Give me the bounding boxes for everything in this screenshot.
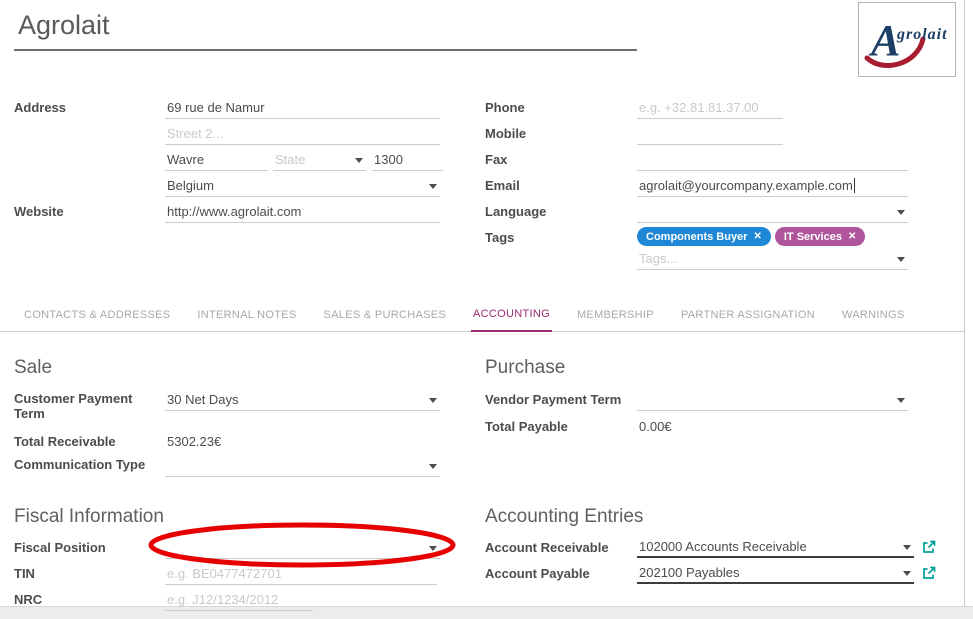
account-receivable-label: Account Receivable <box>485 540 609 555</box>
chevron-down-icon[interactable] <box>429 184 437 189</box>
tin-input[interactable]: e.g. BE0477472701 <box>165 564 437 585</box>
phone-label: Phone <box>485 100 525 115</box>
external-link-icon[interactable] <box>922 566 936 580</box>
tags-label: Tags <box>485 230 514 245</box>
language-select[interactable] <box>637 202 908 223</box>
chevron-down-icon[interactable] <box>903 545 911 550</box>
account-receivable-select[interactable]: 102000 Accounts Receivable <box>637 537 914 558</box>
vendor-payment-term-select[interactable] <box>637 390 908 411</box>
tag-list: Components Buyer ✕ IT Services ✕ <box>637 227 865 246</box>
remove-icon[interactable]: ✕ <box>848 231 856 242</box>
tab-partner-assignation[interactable]: PARTNER ASSIGNATION <box>679 309 817 331</box>
fax-label: Fax <box>485 152 507 167</box>
chevron-down-icon[interactable] <box>355 158 363 163</box>
mobile-label: Mobile <box>485 126 526 141</box>
sale-heading: Sale <box>14 357 52 379</box>
customer-payment-term-select[interactable]: 30 Net Days <box>165 390 440 411</box>
purchase-heading: Purchase <box>485 357 565 379</box>
accounting-entries-heading: Accounting Entries <box>485 506 643 528</box>
chevron-down-icon[interactable] <box>897 210 905 215</box>
mobile-input[interactable] <box>637 124 783 145</box>
remove-icon[interactable]: ✕ <box>753 231 761 242</box>
account-payable-label: Account Payable <box>485 566 590 581</box>
external-link-icon[interactable] <box>922 540 936 554</box>
nrc-input[interactable]: e.g. J12/1234/2012 <box>165 590 313 611</box>
email-input[interactable]: agrolait@yourcompany.example.com <box>637 176 908 197</box>
country-select[interactable]: Belgium <box>165 176 440 197</box>
tab-membership[interactable]: MEMBERSHIP <box>575 309 656 331</box>
chevron-down-icon[interactable] <box>897 398 905 403</box>
chevron-down-icon[interactable] <box>897 257 905 262</box>
address-label: Address <box>14 100 66 115</box>
total-receivable-value: 5302.23€ <box>165 432 440 453</box>
bottom-scroll-strip[interactable] <box>0 606 973 619</box>
tag-label: IT Services <box>784 231 842 243</box>
tags-input[interactable]: Tags... <box>637 249 908 270</box>
customer-payment-term-value: 30 Net Days <box>167 392 239 407</box>
account-receivable-value: 102000 Accounts Receivable <box>639 539 807 554</box>
nrc-label: NRC <box>14 592 42 607</box>
account-payable-select[interactable]: 202100 Payables <box>637 563 914 584</box>
tab-sales-purchases[interactable]: SALES & PURCHASES <box>322 309 448 331</box>
zip-input[interactable]: 1300 <box>372 150 443 171</box>
street-input[interactable]: 69 rue de Namur <box>165 98 440 119</box>
text-cursor <box>854 178 855 193</box>
city-input[interactable]: Wavre <box>165 150 268 171</box>
tab-internal-notes[interactable]: INTERNAL NOTES <box>195 309 298 331</box>
tab-contacts-addresses[interactable]: CONTACTS & ADDRESSES <box>22 309 172 331</box>
fax-input[interactable] <box>637 150 908 171</box>
website-input[interactable]: http://www.agrolait.com <box>165 202 440 223</box>
chevron-down-icon[interactable] <box>429 464 437 469</box>
tag-components-buyer[interactable]: Components Buyer ✕ <box>637 227 771 246</box>
tin-label: TIN <box>14 566 35 581</box>
fiscal-information-heading: Fiscal Information <box>14 506 164 528</box>
tag-it-services[interactable]: IT Services ✕ <box>775 227 865 246</box>
country-value: Belgium <box>167 178 214 193</box>
partner-name-input[interactable]: Agrolait <box>14 8 637 51</box>
state-select[interactable]: State <box>273 150 366 171</box>
email-value: agrolait@yourcompany.example.com <box>639 178 853 193</box>
notebook-tabs: CONTACTS & ADDRESSES INTERNAL NOTES SALE… <box>0 301 965 332</box>
fiscal-position-label: Fiscal Position <box>14 540 106 555</box>
logo-text: grolait <box>896 26 948 43</box>
total-payable-label: Total Payable <box>485 419 568 434</box>
tab-accounting[interactable]: ACCOUNTING <box>471 308 552 332</box>
communication-type-label: Communication Type <box>14 457 145 472</box>
tag-label: Components Buyer <box>646 231 747 243</box>
language-label: Language <box>485 204 546 219</box>
account-payable-open-button[interactable] <box>922 566 936 580</box>
tags-placeholder: Tags... <box>639 251 677 266</box>
logo-letter: A <box>868 16 900 65</box>
customer-payment-term-label: Customer Payment Term <box>14 391 156 421</box>
email-label: Email <box>485 178 520 193</box>
total-receivable-label: Total Receivable <box>14 434 116 449</box>
website-label: Website <box>14 204 64 219</box>
company-logo: A grolait <box>858 2 956 77</box>
chevron-down-icon[interactable] <box>903 571 911 576</box>
vendor-payment-term-label: Vendor Payment Term <box>485 392 621 407</box>
chevron-down-icon[interactable] <box>429 398 437 403</box>
tab-warnings[interactable]: WARNINGS <box>840 309 907 331</box>
communication-type-select[interactable] <box>165 456 440 477</box>
agrolait-logo-image: A grolait <box>859 3 955 76</box>
chevron-down-icon[interactable] <box>429 546 437 551</box>
account-receivable-open-button[interactable] <box>922 540 936 554</box>
fiscal-position-select[interactable] <box>165 538 440 559</box>
state-placeholder: State <box>275 152 305 167</box>
phone-input[interactable]: e.g. +32.81.81.37.00 <box>637 98 783 119</box>
account-payable-value: 202100 Payables <box>639 565 739 580</box>
total-payable-value: 0.00€ <box>637 417 908 438</box>
street2-input[interactable]: Street 2... <box>165 124 440 145</box>
